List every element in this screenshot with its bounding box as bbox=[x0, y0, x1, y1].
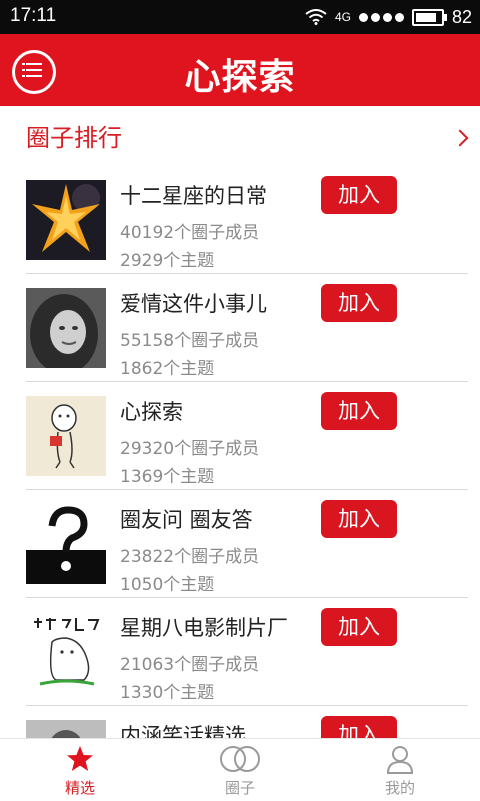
circle-name: 圈友问 圈友答 bbox=[120, 508, 253, 532]
circle-name: 心探索 bbox=[120, 400, 183, 424]
circle-row[interactable]: 爱情这件小事儿 55158个圈子成员 1862个主题 加入 bbox=[0, 274, 480, 382]
signal-dots-icon bbox=[358, 12, 404, 22]
circle-name: 十二星座的日常 bbox=[120, 184, 267, 208]
tab-circles[interactable]: 圈子 bbox=[160, 739, 320, 801]
status-time: 17:11 bbox=[10, 5, 57, 26]
circle-topics: 1369个主题 bbox=[120, 467, 215, 487]
join-button[interactable]: 加入 bbox=[321, 176, 397, 214]
circle-members: 29320个圈子成员 bbox=[120, 439, 260, 459]
tab-featured[interactable]: 精选 bbox=[0, 739, 160, 801]
circle-name: 星期八电影制片厂 bbox=[120, 616, 288, 640]
circle-list[interactable]: 十二星座的日常 40192个圈子成员 2929个主题 加入 爱情这件小事儿 55… bbox=[0, 166, 480, 738]
circle-ranking-header[interactable]: 圈子排行 bbox=[0, 106, 480, 158]
wifi-icon bbox=[305, 9, 327, 25]
circle-name: 爱情这件小事儿 bbox=[120, 292, 267, 316]
star-icon bbox=[67, 746, 93, 771]
section-title: 圈子排行 bbox=[26, 124, 122, 152]
circles-icon bbox=[220, 746, 260, 772]
circle-thumbnail-portrait bbox=[26, 288, 106, 368]
join-button[interactable]: 加入 bbox=[321, 500, 397, 538]
circle-topics: 1862个主题 bbox=[120, 359, 215, 379]
join-button[interactable]: 加入 bbox=[321, 392, 397, 430]
circle-row[interactable]: 圈友问 圈友答 23822个圈子成员 1050个主题 加入 bbox=[0, 490, 480, 598]
circle-row[interactable]: 内涵笑话精选 加入 bbox=[0, 706, 480, 738]
circle-row[interactable]: 十二星座的日常 40192个圈子成员 2929个主题 加入 bbox=[0, 166, 480, 274]
app-header: 心探索 bbox=[0, 34, 480, 106]
circle-topics: 1050个主题 bbox=[120, 575, 215, 595]
battery-icon bbox=[411, 8, 447, 26]
circle-thumbnail-photo bbox=[26, 720, 106, 738]
status-bar: 17:11 4G 82 bbox=[0, 0, 480, 34]
circle-thumbnail-cartoon bbox=[26, 612, 106, 692]
status-icons: 4G 82 bbox=[305, 4, 472, 30]
circle-row[interactable]: 星期八电影制片厂 21063个圈子成员 1330个主题 加入 bbox=[0, 598, 480, 706]
tab-label: 圈子 bbox=[224, 779, 255, 797]
circle-members: 55158个圈子成员 bbox=[120, 331, 260, 351]
battery-level: 82 bbox=[451, 6, 472, 27]
circle-thumbnail-doodle bbox=[26, 396, 106, 476]
circle-members: 21063个圈子成员 bbox=[120, 655, 260, 675]
tab-label: 精选 bbox=[64, 779, 95, 797]
circle-name: 内涵笑话精选 bbox=[120, 724, 246, 738]
join-button[interactable]: 加入 bbox=[321, 608, 397, 646]
chevron-right-icon[interactable] bbox=[451, 129, 469, 147]
join-button[interactable]: 加入 bbox=[321, 716, 397, 738]
join-button[interactable]: 加入 bbox=[321, 284, 397, 322]
tab-mine[interactable]: 我的 bbox=[320, 739, 480, 801]
user-icon bbox=[386, 746, 414, 774]
bottom-tab-bar: 精选 圈子 我的 bbox=[0, 738, 480, 801]
circle-row[interactable]: 心探索 29320个圈子成员 1369个主题 加入 bbox=[0, 382, 480, 490]
tab-label: 我的 bbox=[384, 779, 415, 797]
circle-topics: 1330个主题 bbox=[120, 683, 215, 703]
circle-members: 40192个圈子成员 bbox=[120, 223, 260, 243]
app-title: 心探索 bbox=[184, 57, 296, 98]
circle-members: 23822个圈子成员 bbox=[120, 547, 260, 567]
circle-topics: 2929个主题 bbox=[120, 251, 215, 271]
circle-thumbnail-question-mark bbox=[26, 504, 106, 584]
network-type: 4G bbox=[334, 10, 351, 24]
circle-thumbnail-star bbox=[26, 180, 106, 260]
